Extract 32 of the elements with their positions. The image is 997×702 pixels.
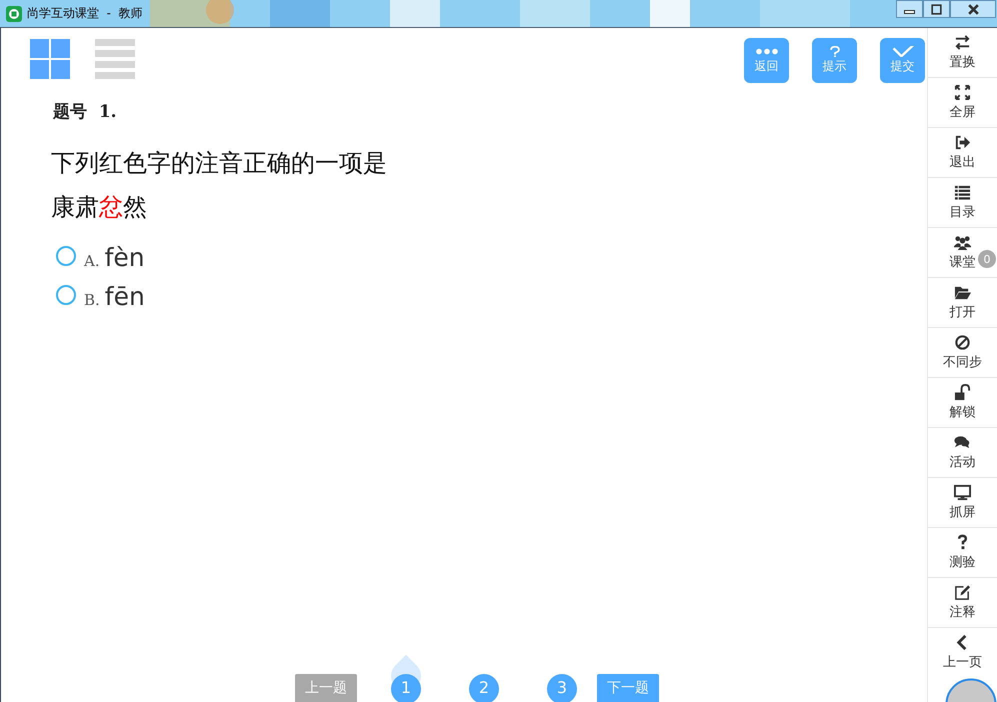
question-number: 题号 1.	[53, 101, 118, 123]
option-text: fēn	[104, 282, 145, 311]
ban-icon	[954, 334, 971, 351]
edit-icon	[954, 584, 971, 601]
radio-button[interactable]	[56, 246, 76, 266]
more-icon	[754, 46, 778, 57]
radio-button[interactable]	[56, 284, 76, 304]
list-icon	[954, 184, 971, 201]
question-stem: 康肃忿然	[51, 192, 148, 223]
users-icon	[954, 234, 971, 251]
minimize-icon	[904, 10, 915, 14]
check-icon	[890, 46, 914, 57]
exit-icon	[954, 134, 971, 151]
unlock-icon	[954, 384, 971, 401]
swap-icon	[954, 34, 971, 51]
monitor-icon	[954, 484, 971, 501]
folder-icon	[954, 284, 971, 301]
chat-icon	[954, 434, 971, 451]
fullscreen-icon	[954, 84, 971, 101]
question-text: 下列红色字的注音正确的一项是	[51, 148, 388, 179]
app-icon	[6, 6, 22, 22]
option-text: fèn	[104, 243, 145, 272]
maximize-button[interactable]	[923, 0, 950, 18]
minimize-button[interactable]	[896, 0, 923, 18]
close-button[interactable]	[950, 0, 996, 18]
window-title: 尚学互动课堂 - 教师	[27, 5, 143, 22]
maximize-icon	[930, 4, 943, 14]
count-badge: 0	[978, 250, 996, 268]
grid-view-button[interactable]	[30, 39, 70, 79]
option-letter: B.	[84, 291, 100, 309]
close-icon	[966, 4, 980, 14]
option-letter: A.	[84, 252, 100, 270]
